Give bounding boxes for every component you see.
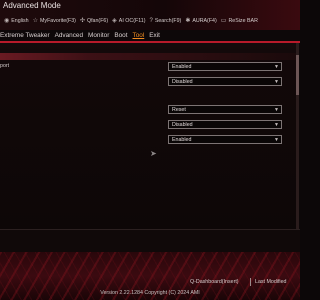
quick-item-resize-bar[interactable]: ▭ ReSize BAR — [221, 18, 258, 24]
footer: Q-Dashboard(Insert) Last Modified Versio… — [0, 252, 300, 300]
chevron-down-icon: ▼ — [274, 136, 279, 143]
quick-item-label: AURA(F4) — [192, 18, 217, 24]
setting-dropdown[interactable]: Enabled ▼ — [168, 135, 282, 144]
help-area — [0, 229, 300, 253]
star-icon: ☆ — [32, 18, 39, 24]
tab-monitor[interactable]: Monitor — [88, 32, 109, 39]
quick-item-label: ReSize BAR — [228, 18, 258, 24]
quick-item-label: Qfan(F6) — [86, 18, 109, 24]
tab-tool[interactable]: Tool — [133, 32, 145, 39]
fan-icon: ✣ — [79, 18, 85, 24]
quick-toolbar: ◉ English ☆ MyFavorite(F3) ✣ Qfan(F6) ◈ … — [4, 16, 262, 26]
dropdown-value: Disabled — [172, 78, 193, 85]
setting-dropdown[interactable]: Disabled ▼ — [168, 77, 282, 86]
resize-bar-icon: ▭ — [220, 18, 227, 24]
setting-label: port — [0, 63, 10, 69]
footer-separator — [250, 278, 251, 286]
quick-item-myfavorite[interactable]: ☆ MyFavorite(F3) — [33, 18, 76, 24]
setting-dropdown[interactable]: Enabled ▼ — [168, 62, 282, 71]
top-bar: Advanced Mode ◉ English ☆ MyFavorite(F3)… — [0, 0, 300, 30]
mode-title: Advanced Mode — [3, 1, 61, 10]
mouse-cursor-icon: ➤ — [150, 149, 157, 158]
version-text: Version 2.22.1284 Copyright (C) 2024 AMI — [100, 290, 200, 296]
quick-item-ai-oc[interactable]: ◈ AI OC(F11) — [112, 18, 145, 24]
globe-icon: ◉ — [4, 18, 10, 24]
setting-dropdown[interactable]: Disabled ▼ — [168, 120, 282, 129]
help-icon: ? — [149, 18, 153, 24]
quick-item-language[interactable]: ◉ English — [4, 18, 29, 24]
main-menu-bar: Extreme Tweaker Advanced Monitor Boot To… — [0, 30, 300, 41]
quick-item-label: MyFavorite(F3) — [40, 18, 76, 24]
quick-item-search[interactable]: ? Search(F9) — [149, 18, 181, 24]
chevron-down-icon: ▼ — [274, 78, 279, 85]
tab-extreme-tweaker[interactable]: Extreme Tweaker — [0, 32, 50, 39]
q-dashboard-link[interactable]: Q-Dashboard(Insert) — [190, 279, 239, 285]
settings-scrollbar[interactable] — [296, 43, 299, 229]
last-modified-link[interactable]: Last Modified — [255, 279, 287, 285]
chevron-down-icon: ▼ — [274, 63, 279, 70]
dropdown-value: Enabled — [172, 63, 192, 70]
quick-item-label: English — [11, 18, 29, 24]
quick-item-aura[interactable]: ✱ AURA(F4) — [185, 18, 216, 24]
tab-boot[interactable]: Boot — [114, 32, 127, 39]
quick-item-label: Search(F9) — [154, 18, 182, 24]
aura-icon: ✱ — [185, 18, 191, 24]
selected-row-highlight — [0, 53, 296, 60]
dropdown-value: Disabled — [172, 121, 193, 128]
chevron-down-icon: ▼ — [274, 121, 279, 128]
quick-item-qfan[interactable]: ✣ Qfan(F6) — [80, 18, 108, 24]
tab-exit[interactable]: Exit — [149, 32, 160, 39]
ai-icon: ◈ — [112, 18, 117, 24]
dropdown-value: Reset — [172, 106, 186, 113]
scrollbar-thumb[interactable] — [296, 55, 299, 95]
settings-panel: port Enabled ▼ Disabled ▼ Reset ▼ Disabl… — [0, 43, 296, 229]
tab-advanced[interactable]: Advanced — [55, 32, 83, 39]
setting-dropdown[interactable]: Reset ▼ — [168, 105, 282, 114]
dropdown-value: Enabled — [172, 136, 192, 143]
chevron-down-icon: ▼ — [274, 106, 279, 113]
quick-item-label: AI OC(F11) — [118, 18, 146, 24]
